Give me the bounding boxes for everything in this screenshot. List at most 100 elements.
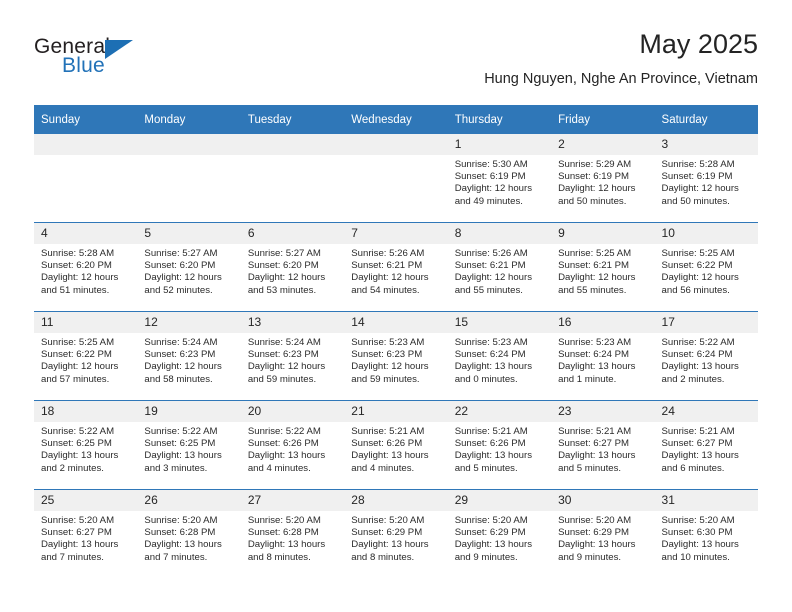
day-sun-info: Sunrise: 5:22 AM Sunset: 6:24 PM Daylight:… [655, 333, 758, 386]
calendar-day-cell[interactable]: 8 Sunrise: 5:26 AM Sunset: 6:21 PM Daylight… [447, 222, 552, 312]
calendar-day-cell[interactable]: 31 Sunrise: 5:20 AM Sunset: 6:30 PM Dayligh… [654, 489, 758, 578]
calendar-day-cell[interactable]: 11 Sunrise: 5:25 AM Sunset: 6:22 PM Dayligh… [34, 311, 138, 401]
daylight-text-line1: Daylight: 13 hours [558, 539, 636, 551]
calendar-day-cell[interactable]: 27 Sunrise: 5:20 AM Sunset: 6:28 PM Dayligh… [240, 489, 345, 578]
day-number: 28 [344, 490, 448, 511]
daylight-text-line2: and 49 minutes. [454, 195, 523, 207]
calendar-day-cell[interactable]: 5 Sunrise: 5:27 AM Sunset: 6:20 PM Daylight… [137, 222, 241, 312]
day-number: 29 [447, 490, 552, 511]
calendar-day-cell[interactable]: 4 Sunrise: 5:28 AM Sunset: 6:20 PM Daylight… [34, 222, 138, 312]
sunset-text: Sunset: 6:28 PM [247, 527, 319, 539]
calendar-day-cell[interactable]: 21 Sunrise: 5:21 AM Sunset: 6:26 PM Dayligh… [344, 400, 448, 490]
daylight-text-line2: and 50 minutes. [558, 195, 627, 207]
sunrise-text: Sunrise: 5:25 AM [558, 248, 632, 259]
calendar-day-cell[interactable]: 19 Sunrise: 5:22 AM Sunset: 6:25 PM Dayligh… [137, 400, 241, 490]
calendar-day-cell[interactable]: 13 Sunrise: 5:24 AM Sunset: 6:23 PM Dayligh… [240, 311, 345, 401]
day-cell-inner: 30 Sunrise: 5:20 AM Sunset: 6:29 PM Dayligh… [551, 490, 655, 578]
sunrise-text: Sunrise: 5:28 AM [661, 159, 735, 170]
sunrise-text: Sunrise: 5:22 AM [661, 337, 735, 348]
sunrise-text: Sunrise: 5:20 AM [558, 515, 632, 526]
daylight-text-line2: and 58 minutes. [144, 373, 213, 385]
calendar-day-cell[interactable]: 17 Sunrise: 5:22 AM Sunset: 6:24 PM Dayligh… [654, 311, 758, 401]
day-sun-info: Sunrise: 5:23 AM Sunset: 6:24 PM Daylight:… [448, 333, 551, 386]
calendar-day-cell[interactable]: 23 Sunrise: 5:21 AM Sunset: 6:27 PM Dayligh… [551, 400, 655, 490]
sunrise-text: Sunrise: 5:25 AM [661, 248, 735, 259]
calendar-day-cell[interactable]: 3 Sunrise: 5:28 AM Sunset: 6:19 PM Daylight… [654, 134, 758, 223]
calendar-body: 1 Sunrise: 5:30 AM Sunset: 6:19 PM Daylight… [34, 134, 758, 578]
sunrise-text: Sunrise: 5:23 AM [351, 337, 425, 348]
sunrise-text: Sunrise: 5:20 AM [454, 515, 528, 526]
day-cell-inner: 3 Sunrise: 5:28 AM Sunset: 6:19 PM Daylight… [654, 134, 758, 222]
day-cell-inner: 22 Sunrise: 5:21 AM Sunset: 6:26 PM Dayligh… [447, 401, 552, 489]
calendar-week-row: 25 Sunrise: 5:20 AM Sunset: 6:27 PM Dayligh… [34, 489, 758, 578]
daylight-text-line1: Daylight: 12 hours [558, 183, 636, 195]
day-sun-info: Sunrise: 5:22 AM Sunset: 6:25 PM Daylight:… [34, 422, 137, 475]
day-number: 19 [137, 401, 241, 422]
calendar-day-cell[interactable]: 16 Sunrise: 5:23 AM Sunset: 6:24 PM Dayligh… [551, 311, 655, 401]
calendar-day-cell[interactable]: 26 Sunrise: 5:20 AM Sunset: 6:28 PM Dayligh… [137, 489, 241, 578]
calendar-day-cell[interactable]: 9 Sunrise: 5:25 AM Sunset: 6:21 PM Daylight… [551, 222, 655, 312]
day-number: 7 [344, 223, 448, 244]
calendar-day-cell[interactable]: 28 Sunrise: 5:20 AM Sunset: 6:29 PM Dayligh… [344, 489, 448, 578]
day-sun-info: Sunrise: 5:26 AM Sunset: 6:21 PM Daylight:… [448, 244, 551, 297]
day-sun-info: Sunrise: 5:21 AM Sunset: 6:26 PM Daylight:… [448, 422, 551, 475]
sunset-text: Sunset: 6:25 PM [144, 438, 216, 450]
daylight-text-line2: and 50 minutes. [661, 195, 730, 207]
calendar-day-cell[interactable]: 14 Sunrise: 5:23 AM Sunset: 6:23 PM Dayligh… [344, 311, 448, 401]
day-number: 26 [137, 490, 241, 511]
daylight-text-line1: Daylight: 13 hours [661, 450, 739, 462]
sunrise-text: Sunrise: 5:23 AM [454, 337, 528, 348]
page-subtitle: Hung Nguyen, Nghe An Province, Vietnam [484, 71, 758, 87]
sunrise-text: Sunrise: 5:29 AM [558, 159, 632, 170]
calendar-week-row: 4 Sunrise: 5:28 AM Sunset: 6:20 PM Daylight… [34, 222, 758, 312]
calendar-day-cell[interactable]: 22 Sunrise: 5:21 AM Sunset: 6:26 PM Dayligh… [447, 400, 552, 490]
day-number [240, 134, 345, 155]
daylight-text-line1: Daylight: 12 hours [247, 361, 326, 373]
daylight-text-line1: Daylight: 13 hours [558, 450, 636, 462]
day-number: 16 [551, 312, 655, 333]
calendar-day-cell[interactable]: 7 Sunrise: 5:26 AM Sunset: 6:21 PM Daylight… [344, 222, 448, 312]
day-number: 18 [34, 401, 138, 422]
day-sun-info: Sunrise: 5:22 AM Sunset: 6:26 PM Daylight:… [241, 422, 344, 475]
day-cell-inner: 6 Sunrise: 5:27 AM Sunset: 6:20 PM Daylight… [240, 223, 345, 311]
day-sun-info: Sunrise: 5:22 AM Sunset: 6:25 PM Daylight:… [137, 422, 240, 475]
sunrise-text: Sunrise: 5:20 AM [41, 515, 115, 526]
daylight-text-line1: Daylight: 13 hours [454, 539, 533, 551]
day-number: 2 [551, 134, 655, 155]
calendar-week-row: 1 Sunrise: 5:30 AM Sunset: 6:19 PM Daylight… [34, 134, 758, 223]
calendar-day-cell[interactable]: 2 Sunrise: 5:29 AM Sunset: 6:19 PM Daylight… [551, 134, 655, 223]
calendar-day-cell[interactable]: 29 Sunrise: 5:20 AM Sunset: 6:29 PM Dayligh… [447, 489, 552, 578]
calendar-day-cell[interactable]: 25 Sunrise: 5:20 AM Sunset: 6:27 PM Dayligh… [34, 489, 138, 578]
daylight-text-line2: and 59 minutes. [247, 373, 317, 385]
day-cell-inner: 29 Sunrise: 5:20 AM Sunset: 6:29 PM Dayligh… [447, 490, 552, 578]
calendar-day-cell[interactable]: 10 Sunrise: 5:25 AM Sunset: 6:22 PM Dayligh… [654, 222, 758, 312]
day-cell-inner: 24 Sunrise: 5:21 AM Sunset: 6:27 PM Dayligh… [654, 401, 758, 489]
day-cell-inner: 12 Sunrise: 5:24 AM Sunset: 6:23 PM Dayligh… [137, 312, 241, 400]
calendar-day-cell[interactable]: 6 Sunrise: 5:27 AM Sunset: 6:20 PM Daylight… [240, 222, 345, 312]
day-sun-info: Sunrise: 5:25 AM Sunset: 6:22 PM Daylight:… [34, 333, 137, 386]
day-sun-info: Sunrise: 5:20 AM Sunset: 6:28 PM Daylight:… [241, 511, 344, 564]
calendar-day-cell[interactable]: 12 Sunrise: 5:24 AM Sunset: 6:23 PM Dayligh… [137, 311, 241, 401]
daylight-text-line2: and 4 minutes. [247, 462, 311, 474]
sunrise-text: Sunrise: 5:24 AM [247, 337, 321, 348]
daylight-text-line1: Daylight: 12 hours [661, 272, 739, 284]
calendar-day-cell[interactable]: 30 Sunrise: 5:20 AM Sunset: 6:29 PM Dayligh… [551, 489, 655, 578]
day-cell-inner: 5 Sunrise: 5:27 AM Sunset: 6:20 PM Daylight… [137, 223, 241, 311]
daylight-text-line1: Daylight: 12 hours [351, 361, 429, 373]
calendar-day-cell[interactable]: 1 Sunrise: 5:30 AM Sunset: 6:19 PM Daylight… [447, 134, 552, 223]
daylight-text-line1: Daylight: 12 hours [41, 361, 119, 373]
weekday-header-sunday: Sunday [34, 105, 138, 134]
daylight-text-line2: and 55 minutes. [558, 284, 627, 296]
day-number [34, 134, 138, 155]
sunset-text: Sunset: 6:19 PM [454, 171, 526, 183]
sunset-text: Sunset: 6:25 PM [41, 438, 112, 450]
day-sun-info: Sunrise: 5:20 AM Sunset: 6:29 PM Daylight:… [551, 511, 654, 564]
sunrise-text: Sunrise: 5:27 AM [247, 248, 321, 259]
weekday-header-wednesday: Wednesday [344, 105, 448, 134]
calendar-day-cell[interactable]: 15 Sunrise: 5:23 AM Sunset: 6:24 PM Dayligh… [447, 311, 552, 401]
general-blue-logo[interactable]: General Blue [34, 36, 174, 88]
calendar-day-cell[interactable]: 24 Sunrise: 5:21 AM Sunset: 6:27 PM Dayligh… [654, 400, 758, 490]
calendar-day-cell[interactable]: 20 Sunrise: 5:22 AM Sunset: 6:26 PM Dayligh… [240, 400, 345, 490]
calendar-day-cell[interactable]: 18 Sunrise: 5:22 AM Sunset: 6:25 PM Dayligh… [34, 400, 138, 490]
day-number: 5 [137, 223, 241, 244]
